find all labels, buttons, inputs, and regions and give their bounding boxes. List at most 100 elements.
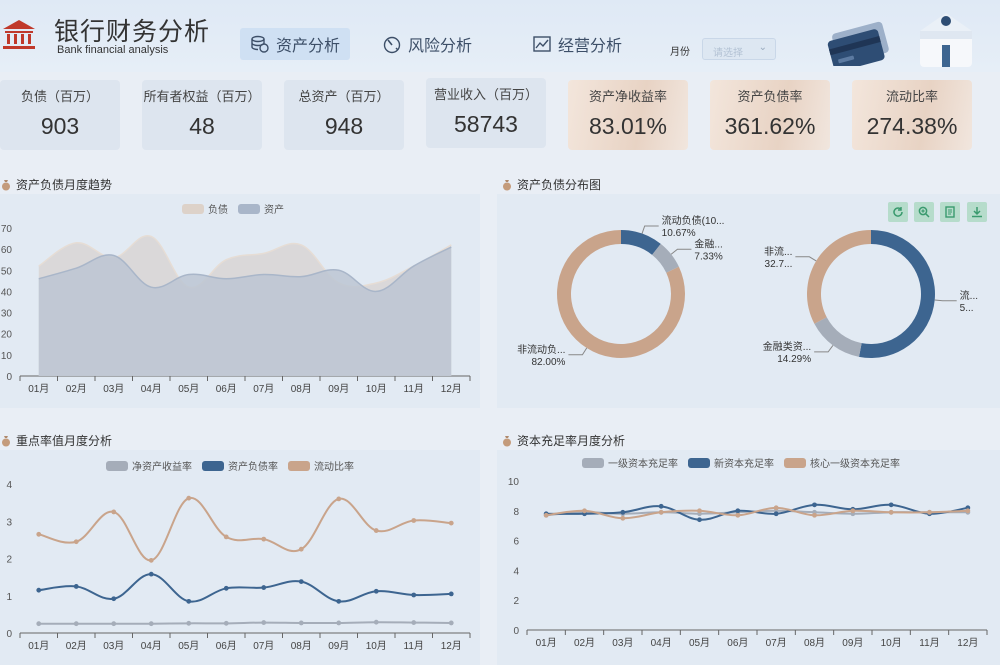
data-point (373, 588, 379, 594)
x-tick-label: 01月 (28, 640, 49, 652)
x-tick-label: 02月 (574, 637, 595, 649)
chart-capital-adequacy-monthly: 0 2 4 6 8 10 01月 02月 03月 04月 05月 06月 07月 08月 09月 10月 11月… (508, 477, 988, 649)
data-point (261, 536, 267, 542)
x-tick-label: 08月 (291, 640, 312, 652)
data-point (186, 598, 192, 604)
data-point (582, 508, 587, 514)
data-point (298, 620, 304, 626)
label-leader-line (641, 225, 659, 234)
x-tick-label: 04月 (141, 640, 162, 652)
x-tick-label: 03月 (103, 383, 124, 395)
month-select[interactable]: 请选择 ⌄ (702, 38, 776, 60)
tab-label: 资产分析 (276, 38, 341, 55)
data-point (261, 620, 267, 625)
money-bag-icon (503, 435, 511, 446)
gauge-icon (383, 36, 401, 54)
data-point (735, 508, 741, 514)
label-leader-line (670, 248, 692, 255)
data-point (148, 557, 154, 563)
data-point (448, 591, 454, 597)
slice-percent-label: 5... (960, 303, 974, 314)
data-point (148, 571, 154, 577)
bank-icon (3, 20, 35, 49)
data-point (411, 620, 417, 625)
data-point (448, 520, 454, 526)
tab-label: 经营分析 (558, 38, 623, 55)
kpi-card-equity: 所有者权益（百万） 48 (142, 80, 262, 150)
data-point (411, 592, 417, 598)
kpi-value: 274.38% (866, 113, 958, 139)
slice-percent-label: 7.33% (694, 251, 722, 262)
section-title-capital: 资本充足率月度分析 (501, 432, 625, 449)
kpi-label: 所有者权益（百万） (143, 89, 261, 104)
bank-illustration (920, 13, 972, 67)
data-point (888, 509, 894, 515)
y-tick-label: 0 (6, 629, 12, 640)
x-tick-label: 11月 (919, 637, 939, 649)
data-point (927, 509, 932, 515)
tab-operation-analysis[interactable]: 经营分析 (522, 28, 632, 60)
data-point (411, 518, 417, 523)
y-tick-label: 10 (1, 351, 13, 362)
kpi-value: 948 (324, 113, 364, 139)
kpi-card-debt-ratio: 资产负债率 361.62% (710, 80, 830, 150)
slice-percent-label: 14.29% (777, 354, 811, 365)
label-leader-line (795, 256, 817, 262)
kpi-card-roe: 资产净收益率 83.01% (568, 80, 688, 150)
kpi-value: 361.62% (724, 113, 816, 139)
data-point (888, 502, 894, 508)
y-tick-label: 40 (1, 287, 13, 298)
y-tick-label: 2 (513, 596, 519, 607)
data-point (620, 509, 626, 515)
x-tick-label: 04月 (651, 637, 672, 649)
data-point (223, 534, 229, 540)
kpi-card-liabilities: 负债（百万） 903 (0, 80, 120, 150)
slice-percent-label: 10.67% (662, 228, 696, 239)
x-tick-label: 09月 (328, 640, 349, 652)
section-title-text: 资产负债月度趋势 (16, 178, 113, 192)
y-tick-label: 8 (513, 507, 519, 518)
data-point (223, 620, 229, 626)
data-point (448, 620, 454, 626)
data-point (73, 584, 79, 589)
kpi-label: 资产净收益率 (588, 89, 667, 104)
data-point (697, 508, 702, 514)
data-point (658, 503, 664, 509)
kpi-label: 流动比率 (885, 89, 938, 104)
money-bag-icon (503, 179, 511, 190)
donut-slice (621, 230, 661, 255)
x-tick-label: 06月 (216, 640, 237, 652)
slice-percent-label: 32.7... (765, 259, 793, 270)
section-title-text: 资产负债分布图 (517, 178, 602, 192)
x-tick-label: 01月 (28, 383, 49, 395)
y-tick-label: 0 (513, 626, 519, 637)
chart-asset-liability-trend: 0 10 20 30 40 50 60 70 01月 02月 03月 04月 05月 06月 07月 08月 0… (1, 224, 471, 395)
x-tick-label: 12月 (957, 637, 978, 649)
x-tick-label: 11月 (404, 640, 424, 652)
x-tick-label: 10月 (366, 640, 387, 652)
app-subtitle: Bank financial analysis (57, 44, 169, 56)
x-tick-label: 03月 (103, 640, 124, 652)
chart-key-ratio-monthly: 0 1 2 3 4 01月 02月 03月 04月 05月 06月 07月 08月 09月 10月 11月 12… (6, 480, 471, 652)
month-label: 月份 (670, 47, 690, 58)
y-tick-label: 4 (6, 480, 12, 491)
data-point (773, 511, 779, 517)
kpi-label: 营业收入（百万） (433, 87, 538, 102)
x-tick-label: 10月 (366, 383, 387, 395)
x-tick-label: 08月 (804, 637, 825, 649)
data-point (111, 621, 117, 627)
x-tick-label: 10月 (881, 637, 902, 649)
kpi-value: 58743 (454, 111, 518, 137)
y-tick-label: 6 (513, 537, 519, 548)
kpi-label: 负债（百万） (20, 89, 99, 104)
tab-risk-analysis[interactable]: 风险分析 (372, 28, 482, 60)
data-point (850, 508, 856, 514)
y-tick-label: 0 (6, 372, 12, 383)
data-point (543, 512, 549, 518)
x-tick-label: 12月 (441, 383, 462, 395)
x-tick-label: 12月 (441, 640, 462, 652)
tab-asset-analysis[interactable]: 资产分析 (240, 28, 351, 60)
section-title-ratio: 重点率值月度分析 (0, 432, 112, 449)
data-point (812, 502, 817, 508)
tab-label: 风险分析 (408, 38, 473, 55)
